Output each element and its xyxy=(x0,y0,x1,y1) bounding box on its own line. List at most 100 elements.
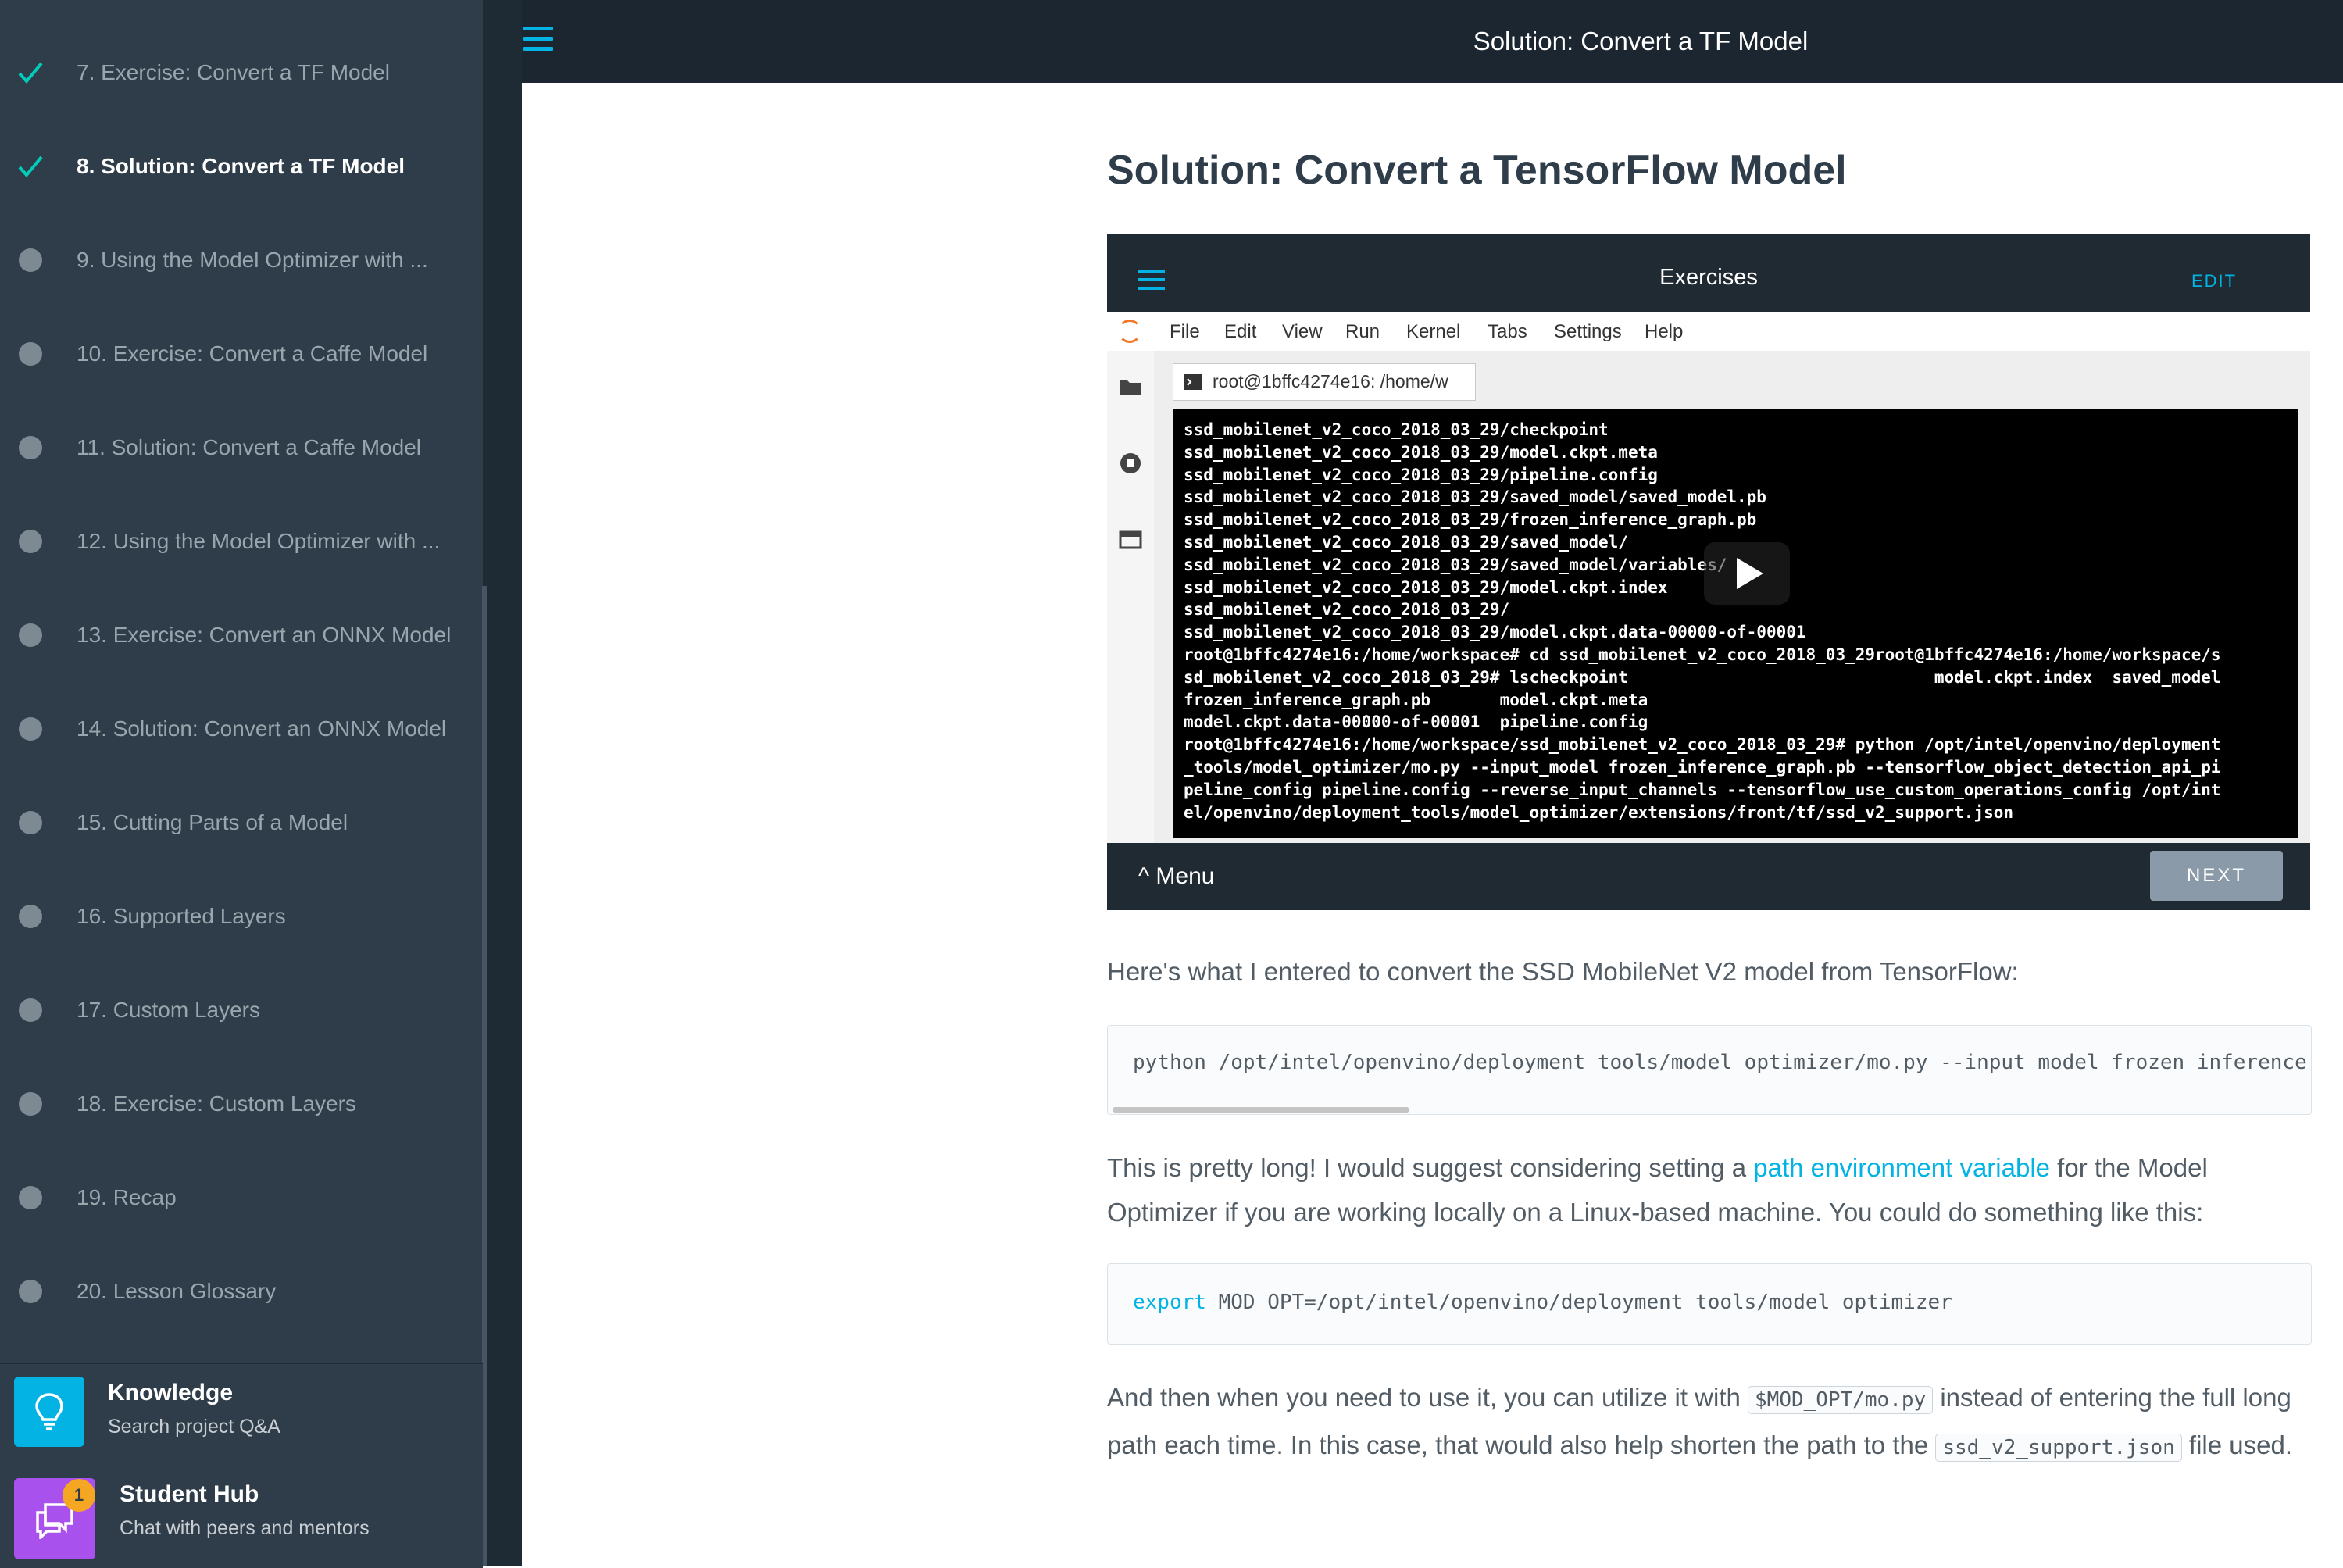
knowledge-subtitle: Search project Q&A xyxy=(108,1416,280,1438)
folder-icon[interactable] xyxy=(1118,374,1143,399)
video-edit-link[interactable]: EDIT xyxy=(2191,271,2237,291)
lightbulb-icon xyxy=(14,1377,84,1447)
sidebar-item[interactable]: 14. Solution: Convert an ONNX Model xyxy=(0,682,483,776)
sidebar-item-label: 9. Using the Model Optimizer with ... xyxy=(77,248,428,272)
terminal-line: ssd_mobilenet_v2_coco_2018_03_29/saved_m… xyxy=(1184,488,1766,507)
menu-file[interactable]: File xyxy=(1170,321,1200,343)
video-menu-icon[interactable] xyxy=(1138,270,1165,295)
menu-run[interactable]: Run xyxy=(1345,321,1380,343)
status-dot-icon xyxy=(17,1184,44,1211)
terminal-line: root@1bffc4274e16:/home/workspace# cd ss… xyxy=(1184,645,2221,664)
status-dot-icon xyxy=(17,622,44,648)
menu-kernel[interactable]: Kernel xyxy=(1406,321,1460,343)
status-dot-icon xyxy=(17,528,44,555)
menu-view[interactable]: View xyxy=(1282,321,1323,343)
terminal-line: root@1bffc4274e16:/home/workspace/ssd_mo… xyxy=(1184,735,2221,755)
video-player[interactable]: Exercises EDIT File Edit View Run Kernel… xyxy=(1107,234,2310,910)
sidebar-item[interactable]: 13. Exercise: Convert an ONNX Model xyxy=(0,588,483,682)
terminal-line: sd_mobilenet_v2_coco_2018_03_29# lscheck… xyxy=(1184,667,2221,687)
sidebar-item[interactable]: 8. Solution: Convert a TF Model xyxy=(0,120,483,213)
menu-edit[interactable]: Edit xyxy=(1224,321,1256,343)
sidebar-item[interactable]: 7. Exercise: Convert a TF Model xyxy=(0,26,483,120)
video-bottom-bar: ^ Menu NEXT xyxy=(1107,843,2310,910)
paragraph-text: And then when you need to use it, you ca… xyxy=(1107,1383,1748,1412)
path-env-variable-link[interactable]: path environment variable xyxy=(1753,1153,2050,1182)
sidebar-item[interactable]: 19. Recap xyxy=(0,1151,483,1245)
sidebar-item-label: 16. Supported Layers xyxy=(77,904,286,928)
play-icon xyxy=(1737,558,1763,589)
chevron-up-icon: ^ xyxy=(1138,863,1150,889)
paragraph-intro: Here's what I entered to convert the SSD… xyxy=(1107,957,2019,986)
sidebar-item[interactable]: 11. Solution: Convert a Caffe Model xyxy=(0,401,483,495)
sidebar-divider xyxy=(483,0,522,1566)
terminal-line: ssd_mobilenet_v2_coco_2018_03_29/frozen_… xyxy=(1184,510,1757,530)
sidebar-item-label: 7. Exercise: Convert a TF Model xyxy=(77,60,390,84)
sidebar-item[interactable]: 18. Exercise: Custom Layers xyxy=(0,1057,483,1151)
video-app-title: Exercises xyxy=(1659,265,1758,290)
sidebar-item-label: 12. Using the Model Optimizer with ... xyxy=(77,529,441,553)
play-button[interactable] xyxy=(1704,542,1790,605)
terminal-line: ssd_mobilenet_v2_coco_2018_03_29/model.c… xyxy=(1184,442,1658,462)
status-dot-icon xyxy=(17,997,44,1023)
next-button[interactable]: NEXT xyxy=(2150,851,2283,901)
sidebar-item[interactable]: 10. Exercise: Convert a Caffe Model xyxy=(0,307,483,401)
code-scrollbar[interactable] xyxy=(1113,1107,1409,1113)
status-dot-icon xyxy=(17,247,44,273)
tabs-icon[interactable] xyxy=(1118,527,1143,552)
lesson-sidebar: 7. Exercise: Convert a TF Model 8. Soluti… xyxy=(0,0,483,1566)
terminal-line: ssd_mobilenet_v2_coco_2018_03_29/saved_m… xyxy=(1184,555,1727,574)
menu-hamburger-icon[interactable] xyxy=(523,27,556,53)
paragraph-text: file used. xyxy=(2181,1430,2293,1459)
terminal-line: ssd_mobilenet_v2_coco_2018_03_29/model.c… xyxy=(1184,623,1806,642)
sidebar-item-label: 13. Exercise: Convert an ONNX Model xyxy=(77,623,452,647)
status-dot-icon xyxy=(17,716,44,742)
sidebar-item-label: 17. Custom Layers xyxy=(77,998,260,1022)
student-hub-title: Student Hub xyxy=(120,1481,259,1507)
status-dot-icon xyxy=(17,809,44,836)
page-header-title: Solution: Convert a TF Model xyxy=(1473,27,1809,55)
jupyter-left-sidebar xyxy=(1107,351,1154,843)
sidebar-item-label: 20. Lesson Glossary xyxy=(77,1279,277,1303)
check-icon xyxy=(17,59,44,86)
video-menu-toggle[interactable]: ^ Menu xyxy=(1138,863,1214,890)
knowledge-link[interactable]: Knowledge Search project Q&A xyxy=(14,1377,483,1463)
sidebar-item-label: 14. Solution: Convert an ONNX Model xyxy=(77,716,447,741)
status-dot-icon xyxy=(17,1278,44,1305)
notification-badge: 1 xyxy=(63,1479,95,1512)
paragraph-usage: And then when you need to use it, you ca… xyxy=(1107,1375,2310,1470)
terminal-icon xyxy=(1184,374,1202,390)
terminal-tab[interactable]: root@1bffc4274e16: /home/w xyxy=(1173,363,1476,401)
inline-code-ssd-support: ssd_v2_support.json xyxy=(1935,1434,2182,1462)
code-keyword: export xyxy=(1133,1291,1206,1314)
terminal-line: el/openvino/deployment_tools/model_optim… xyxy=(1184,802,2014,822)
terminal-line: ssd_mobilenet_v2_coco_2018_03_29/saved_m… xyxy=(1184,533,1628,552)
sidebar-item[interactable]: 9. Using the Model Optimizer with ... xyxy=(0,213,483,307)
code-line: python /opt/intel/openvino/deployment_to… xyxy=(1133,1051,2312,1074)
sidebar-item-label: 18. Exercise: Custom Layers xyxy=(77,1091,356,1116)
menu-settings[interactable]: Settings xyxy=(1554,321,1622,343)
terminal-tab-label: root@1bffc4274e16: /home/w xyxy=(1213,371,1448,391)
sidebar-item-label: 8. Solution: Convert a TF Model xyxy=(77,154,405,178)
terminal-line: _tools/model_optimizer/mo.py --input_mod… xyxy=(1184,758,2221,777)
paragraph-text: This is pretty long! I would suggest con… xyxy=(1107,1153,1754,1182)
menu-help[interactable]: Help xyxy=(1645,321,1683,343)
menu-tabs[interactable]: Tabs xyxy=(1488,321,1527,343)
sidebar-item[interactable]: 20. Lesson Glossary xyxy=(0,1245,483,1338)
sidebar-item[interactable]: 12. Using the Model Optimizer with ... xyxy=(0,495,483,588)
status-dot-icon xyxy=(17,434,44,461)
paragraph-path-env: This is pretty long! I would suggest con… xyxy=(1107,1145,2310,1234)
sidebar-item[interactable]: 16. Supported Layers xyxy=(0,870,483,963)
code-rest: MOD_OPT=/opt/intel/openvino/deployment_t… xyxy=(1205,1291,1952,1314)
sidebar-item[interactable]: 17. Custom Layers xyxy=(0,963,483,1057)
terminal-output: ssd_mobilenet_v2_coco_2018_03_29/checkpo… xyxy=(1173,409,2298,838)
terminal-line: ssd_mobilenet_v2_coco_2018_03_29/checkpo… xyxy=(1184,420,1609,439)
stop-circle-icon[interactable] xyxy=(1118,451,1143,476)
code-block-export[interactable]: export MOD_OPT=/opt/intel/openvino/deplo… xyxy=(1107,1263,2312,1345)
sidebar-footer: Knowledge Search project Q&A Student Hub… xyxy=(0,1363,483,1568)
jupyter-menubar: File Edit View Run Kernel Tabs Settings … xyxy=(1107,312,2310,351)
terminal-line: ssd_mobilenet_v2_coco_2018_03_29/model.c… xyxy=(1184,577,1668,597)
terminal-line: ssd_mobilenet_v2_coco_2018_03_29/ xyxy=(1184,600,1510,620)
code-block-mo-command[interactable]: python /opt/intel/openvino/deployment_to… xyxy=(1107,1025,2312,1115)
sidebar-item[interactable]: 15. Cutting Parts of a Model xyxy=(0,776,483,870)
video-menu-label: Menu xyxy=(1155,863,1215,889)
